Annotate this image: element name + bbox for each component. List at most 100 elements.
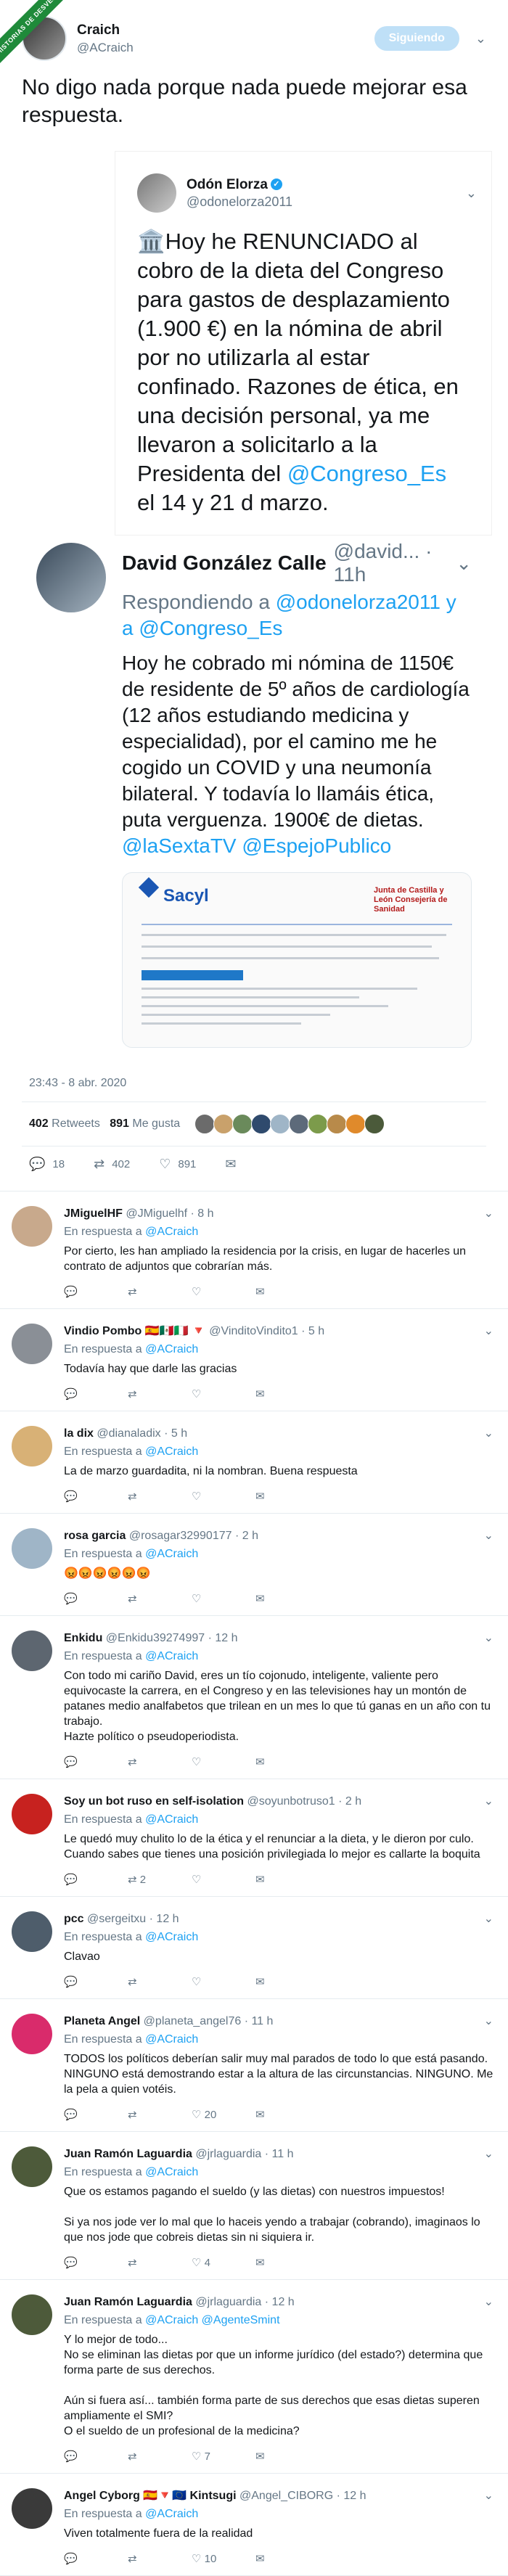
reply-tweet[interactable]: rosa garcia @rosagar32990177 · 2 h En re… <box>0 1514 508 1616</box>
mail-icon[interactable]: ✉ <box>255 2449 319 2464</box>
avatar[interactable] <box>12 1426 52 1467</box>
chevron-down-icon[interactable]: ⌄ <box>484 1794 493 1808</box>
reply-handle[interactable]: @jrlaguardia · 12 h <box>195 2296 294 2308</box>
avatar[interactable] <box>12 1206 52 1247</box>
chevron-down-icon[interactable]: ⌄ <box>484 1426 493 1440</box>
avatar[interactable] <box>12 1794 52 1834</box>
retweet-icon[interactable]: ⇄ <box>128 1974 192 1990</box>
mail-icon[interactable]: ✉ <box>255 2107 319 2122</box>
embedded-image[interactable]: Odón Elorza ✓ @odonelorza2011 ⌄ 🏛️Hoy he … <box>22 151 492 1048</box>
reply-icon[interactable]: 💬 <box>64 2255 128 2271</box>
reply-author[interactable]: Vindio Pombo 🇪🇸🇲🇽🇮🇹 🔻 <box>64 1325 206 1337</box>
retweet-icon[interactable]: ⇄ <box>128 1591 192 1607</box>
retweet-icon[interactable]: ⇄ <box>128 1755 192 1770</box>
chevron-down-icon[interactable]: ⌄ <box>484 2294 493 2309</box>
reply-tweet[interactable]: Vindio Pombo 🇪🇸🇲🇽🇮🇹 🔻 @VinditoVindito1 ·… <box>0 1309 508 1411</box>
reply-tweet[interactable]: la dix @dianaladix · 5 h En respuesta a … <box>0 1411 508 1514</box>
retweet-icon[interactable]: ⇄ 2 <box>128 1872 192 1887</box>
reply-tweet[interactable]: Juan Ramón Laguardia @jrlaguardia · 12 h… <box>0 2280 508 2474</box>
mail-icon[interactable]: ✉ <box>255 1872 319 1887</box>
retweet-icon[interactable]: ⇄ <box>128 2551 192 2567</box>
reply-author[interactable]: Juan Ramón Laguardia <box>64 2296 192 2308</box>
reply-author[interactable]: la dix <box>64 1427 94 1440</box>
heart-icon[interactable]: ♡ <box>192 1872 255 1887</box>
reply-author[interactable]: rosa garcia <box>64 1530 126 1542</box>
heart-icon[interactable]: ♡ <box>192 1387 255 1402</box>
retweet-button[interactable]: ⇄ 402 <box>94 1157 130 1172</box>
author-handle[interactable]: @ACraich <box>77 41 374 55</box>
reply-author[interactable]: Juan Ramón Laguardia <box>64 2148 192 2160</box>
following-button[interactable]: Siguiendo <box>374 26 459 51</box>
mail-icon[interactable]: ✉ <box>255 1387 319 1402</box>
tweet-timestamp[interactable]: 23:43 - 8 abr. 2020 <box>22 1077 486 1090</box>
heart-icon[interactable]: ♡ 10 <box>192 2551 255 2567</box>
reply-icon[interactable]: 💬 <box>64 1284 128 1300</box>
mail-icon[interactable]: ✉ <box>255 1591 319 1607</box>
reply-handle[interactable]: @JMiguelhf · 8 h <box>126 1207 213 1220</box>
avatar[interactable] <box>12 2294 52 2335</box>
reply-handle[interactable]: @Angel_CIBORG · 12 h <box>239 2490 366 2502</box>
retweet-icon[interactable]: ⇄ <box>128 1284 192 1300</box>
reply-icon[interactable]: 💬 <box>64 2107 128 2122</box>
retweet-icon[interactable]: ⇄ <box>128 2255 192 2271</box>
reply-handle[interactable]: @rosagar32990177 · 2 h <box>129 1530 258 1542</box>
reply-tweet[interactable]: Planeta Angel @planeta_angel76 · 11 h En… <box>0 1999 508 2132</box>
heart-icon[interactable]: ♡ <box>192 1591 255 1607</box>
reply-author[interactable]: pcc <box>64 1913 84 1925</box>
reply-button[interactable]: 💬 18 <box>29 1157 65 1172</box>
chevron-down-icon[interactable]: ⌄ <box>484 2146 493 2161</box>
avatar[interactable] <box>12 2014 52 2054</box>
reply-handle[interactable]: @jrlaguardia · 11 h <box>195 2148 293 2160</box>
chevron-down-icon[interactable]: ⌄ <box>484 2014 493 2028</box>
chevron-down-icon[interactable]: ⌄ <box>484 1911 493 1926</box>
reply-handle[interactable]: @VinditoVindito1 · 5 h <box>209 1325 324 1337</box>
reply-icon[interactable]: 💬 <box>64 1489 128 1504</box>
avatar[interactable] <box>12 1324 52 1364</box>
reply-icon[interactable]: 💬 <box>64 1591 128 1607</box>
retweet-icon[interactable]: ⇄ <box>128 1387 192 1402</box>
reply-icon[interactable]: 💬 <box>64 1387 128 1402</box>
reply-tweet[interactable]: Juan Ramón Laguardia @jrlaguardia · 11 h… <box>0 2132 508 2280</box>
liker-avatars[interactable] <box>194 1114 385 1134</box>
reply-icon[interactable]: 💬 <box>64 2449 128 2464</box>
reply-tweet[interactable]: Angel Cyborg 🇪🇸🔻🇪🇺 Kintsugi @Angel_CIBOR… <box>0 2474 508 2576</box>
reply-handle[interactable]: @Enkidu39274997 · 12 h <box>106 1632 238 1644</box>
chevron-down-icon[interactable]: ⌄ <box>484 1630 493 1645</box>
reply-tweet[interactable]: Soy un bot ruso en self-isolation @soyun… <box>0 1779 508 1897</box>
mail-icon[interactable]: ✉ <box>255 2255 319 2271</box>
reply-handle[interactable]: @soyunbotruso1 · 2 h <box>247 1795 361 1808</box>
reply-icon[interactable]: 💬 <box>64 1755 128 1770</box>
reply-handle[interactable]: @dianaladix · 5 h <box>97 1427 187 1440</box>
reply-icon[interactable]: 💬 <box>64 1872 128 1887</box>
reply-icon[interactable]: 💬 <box>64 1974 128 1990</box>
avatar[interactable] <box>12 1528 52 1569</box>
like-button[interactable]: ♡ 891 <box>159 1157 196 1172</box>
chevron-down-icon[interactable]: ⌄ <box>475 31 486 46</box>
mail-icon[interactable]: ✉ <box>255 1489 319 1504</box>
heart-icon[interactable]: ♡ 4 <box>192 2255 255 2271</box>
heart-icon[interactable]: ♡ <box>192 1489 255 1504</box>
avatar[interactable] <box>12 2146 52 2187</box>
mail-icon[interactable]: ✉ <box>255 2551 319 2567</box>
reply-handle[interactable]: @sergeitxu · 12 h <box>87 1913 179 1925</box>
chevron-down-icon[interactable]: ⌄ <box>484 1324 493 1338</box>
chevron-down-icon[interactable]: ⌄ <box>484 1528 493 1543</box>
reply-author[interactable]: Enkidu <box>64 1632 102 1644</box>
avatar[interactable] <box>12 1911 52 1952</box>
heart-icon[interactable]: ♡ 7 <box>192 2449 255 2464</box>
retweet-icon[interactable]: ⇄ <box>128 2449 192 2464</box>
heart-icon[interactable]: ♡ <box>192 1974 255 1990</box>
reply-tweet[interactable]: Enkidu @Enkidu39274997 · 12 h En respues… <box>0 1616 508 1779</box>
reply-icon[interactable]: 💬 <box>64 2551 128 2567</box>
reply-handle[interactable]: @planeta_angel76 · 11 h <box>144 2015 274 2027</box>
reply-author[interactable]: Angel Cyborg 🇪🇸🔻🇪🇺 Kintsugi <box>64 2490 237 2502</box>
mail-icon[interactable]: ✉ <box>255 1755 319 1770</box>
retweet-icon[interactable]: ⇄ <box>128 2107 192 2122</box>
message-button[interactable]: ✉ <box>225 1157 243 1172</box>
reply-tweet[interactable]: pcc @sergeitxu · 12 h En respuesta a @AC… <box>0 1897 508 1999</box>
retweet-icon[interactable]: ⇄ <box>128 1489 192 1504</box>
avatar[interactable] <box>12 1630 52 1671</box>
mail-icon[interactable]: ✉ <box>255 1284 319 1300</box>
reply-author[interactable]: Soy un bot ruso en self-isolation <box>64 1795 244 1808</box>
heart-icon[interactable]: ♡ 20 <box>192 2107 255 2122</box>
